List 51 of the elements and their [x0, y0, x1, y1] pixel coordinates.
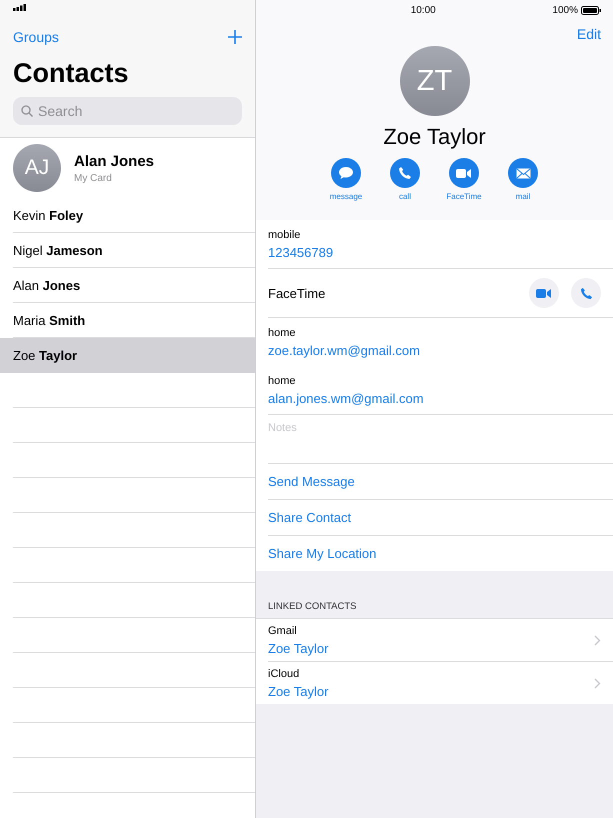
facetime-video-button[interactable]: [529, 278, 559, 308]
action-link[interactable]: Share My Location: [268, 536, 613, 571]
linked-contact-item[interactable]: Gmail Zoe Taylor: [268, 619, 613, 662]
groups-link[interactable]: Groups: [13, 29, 59, 45]
battery-icon: [580, 6, 601, 14]
field-label: iCloud: [268, 668, 300, 680]
field-value[interactable]: alan.jones.wm@gmail.com: [268, 390, 601, 406]
field-value[interactable]: 123456789: [268, 244, 601, 260]
video-action-button[interactable]: FaceTime: [442, 158, 486, 201]
field-value[interactable]: zoe.taylor.wm@gmail.com: [268, 342, 601, 358]
speech-bubble-icon: [338, 166, 354, 180]
video-camera-icon: [536, 288, 552, 298]
signal-icon: [13, 4, 27, 11]
my-card-name[interactable]: Alan Jones: [74, 152, 154, 170]
video-camera-icon: [456, 168, 472, 178]
battery-level: 100%: [552, 4, 578, 16]
contact-item[interactable]: Alan Jones: [0, 268, 255, 303]
search-icon: [21, 105, 33, 117]
add-icon[interactable]: [228, 30, 242, 44]
avatar: AJ: [13, 144, 61, 192]
clock: 10:00: [410, 4, 436, 16]
contact-item[interactable]: Nigel Jameson: [0, 233, 255, 268]
facetime-audio-button[interactable]: [571, 278, 601, 308]
notes-field[interactable]: Notes: [268, 422, 601, 434]
action-link[interactable]: Send Message: [268, 464, 613, 500]
chevron-icon: [594, 678, 601, 689]
field-label: mobile: [268, 228, 302, 240]
contact-item[interactable]: Kevin Foley: [0, 198, 255, 233]
action-link[interactable]: Share Contact: [268, 500, 613, 536]
page-title: Contacts: [13, 58, 130, 89]
contact-item[interactable]: Zoe Taylor: [0, 338, 255, 373]
contact-item[interactable]: Maria Smith: [0, 303, 255, 338]
edit-button[interactable]: Edit: [576, 26, 601, 42]
field-label: home: [268, 326, 297, 338]
field-label: home: [268, 374, 297, 386]
linked-contact-item[interactable]: iCloud Zoe Taylor: [268, 662, 613, 704]
avatar: ZT: [400, 46, 470, 116]
call-action-button[interactable]: call: [382, 158, 428, 201]
mail-action-button[interactable]: mail: [500, 158, 546, 201]
envelope-icon: [516, 168, 530, 178]
field-label: Gmail: [268, 625, 298, 637]
search-field[interactable]: Search: [13, 97, 242, 125]
phone-icon: [580, 286, 592, 300]
my-card-label: My Card: [74, 172, 113, 184]
contact-name: Zoe Taylor: [383, 124, 486, 150]
field-value: Zoe Taylor: [268, 641, 328, 656]
field-label: FaceTime: [268, 286, 326, 300]
chevron-icon: [594, 635, 601, 646]
phone-icon: [398, 166, 412, 180]
message-action-button[interactable]: message: [324, 158, 368, 201]
field-value: Zoe Taylor: [268, 684, 328, 699]
